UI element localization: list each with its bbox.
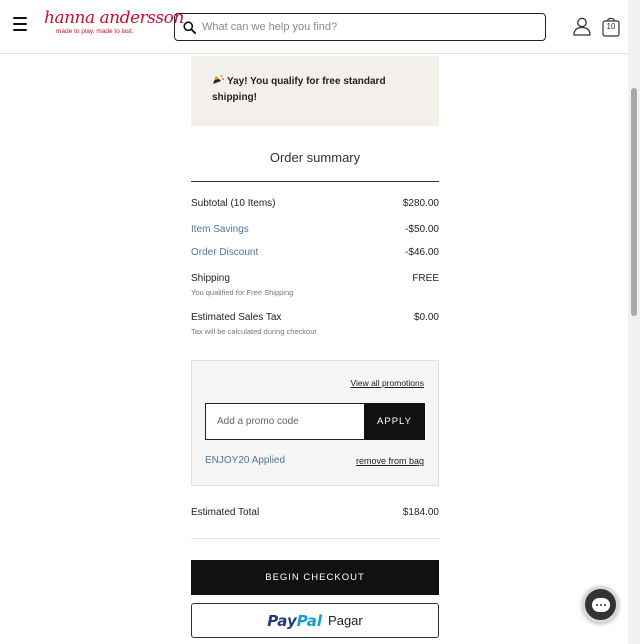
order-summary-title: Order summary	[269, 150, 361, 165]
chat-icon	[591, 597, 610, 612]
item-savings-value: -$50.00	[405, 224, 439, 235]
sales-tax-value: $0.00	[413, 312, 439, 323]
shipping-value: FREE	[412, 273, 439, 284]
divider	[191, 538, 439, 539]
scrollbar[interactable]	[628, 0, 640, 644]
subtotal-value: $280.00	[402, 198, 439, 209]
menu-bar	[13, 23, 27, 25]
sales-tax-note: Tax will be calculated during checkout	[191, 327, 317, 336]
menu-bar	[13, 17, 27, 19]
account-icon[interactable]	[572, 16, 592, 36]
logo-wordmark: hanna andersson	[44, 8, 184, 28]
free-shipping-banner: Yay! You qualify for free standard shipp…	[191, 56, 439, 126]
remove-promo-link[interactable]: remove from bag	[356, 456, 424, 466]
divider	[191, 181, 439, 182]
shipping-note: You qualified for Free Shipping	[191, 288, 294, 297]
applied-promo-code: ENJOY20 Applied	[205, 455, 286, 466]
begin-checkout-button[interactable]: BEGIN CHECKOUT	[191, 560, 439, 595]
promo-code-panel: View all promotions APPLY ENJOY20 Applie…	[191, 360, 439, 486]
search-icon	[183, 20, 196, 34]
paypal-button[interactable]: PayPal Pagar	[191, 603, 439, 638]
search-input[interactable]	[202, 21, 532, 33]
free-shipping-message: Yay! You qualify for free standard shipp…	[212, 74, 419, 106]
scrollbar-thumb[interactable]	[631, 88, 637, 316]
paypal-logo-pal: Pal	[296, 611, 323, 630]
order-discount-label[interactable]: Order Discount	[191, 247, 258, 258]
logo-tagline: made to play. made to last.	[56, 28, 134, 35]
item-savings-label[interactable]: Item Savings	[191, 224, 249, 235]
estimated-total-value: $184.00	[402, 507, 439, 518]
estimated-total-label: Estimated Total	[191, 507, 260, 518]
view-all-promotions-link[interactable]: View all promotions	[350, 378, 424, 388]
promo-code-input[interactable]	[205, 403, 365, 440]
shopping-bag-icon[interactable]: 10	[601, 15, 621, 37]
paypal-logo-pay: Pay	[267, 611, 297, 630]
shipping-label: Shipping	[191, 273, 230, 284]
paypal-pagar-label: Pagar	[328, 613, 363, 628]
sales-tax-label: Estimated Sales Tax	[191, 312, 282, 323]
site-header: hanna andersson made to play. made to la…	[0, 0, 628, 54]
order-discount-value: -$46.00	[405, 247, 439, 258]
chat-button[interactable]	[582, 586, 619, 623]
menu-icon[interactable]	[13, 17, 27, 31]
logo[interactable]: hanna andersson made to play. made to la…	[44, 8, 184, 41]
menu-bar	[13, 29, 27, 31]
search-bar[interactable]	[174, 13, 546, 41]
party-popper-icon	[213, 75, 224, 84]
apply-promo-button[interactable]: APPLY	[364, 403, 425, 440]
bag-count: 10	[606, 22, 616, 31]
paypal-logo: PayPal	[267, 612, 322, 630]
subtotal-label: Subtotal (10 Items)	[191, 198, 276, 209]
free-shipping-text: Yay! You qualify for free standard shipp…	[212, 76, 386, 103]
